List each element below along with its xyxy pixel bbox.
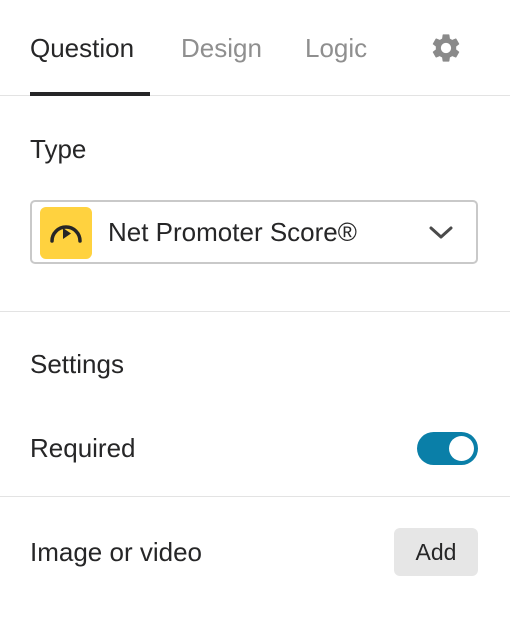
- add-media-button[interactable]: Add: [394, 528, 478, 576]
- required-label: Required: [30, 433, 136, 463]
- active-tab-indicator: [30, 92, 150, 96]
- question-type-select[interactable]: Net Promoter Score®: [30, 200, 478, 264]
- divider: [0, 496, 510, 497]
- divider: [0, 311, 510, 312]
- gear-icon[interactable]: [429, 31, 463, 65]
- type-heading: Type: [30, 134, 87, 164]
- settings-heading: Settings: [30, 349, 124, 379]
- toggle-knob: [449, 436, 474, 461]
- selected-type-label: Net Promoter Score®: [108, 217, 357, 247]
- tab-logic[interactable]: Logic: [305, 30, 367, 66]
- chevron-down-icon: [428, 222, 454, 242]
- tab-design[interactable]: Design: [181, 30, 262, 66]
- required-toggle[interactable]: [417, 432, 478, 465]
- gauge-icon: [40, 207, 92, 259]
- image-or-video-label: Image or video: [30, 537, 202, 567]
- tab-question[interactable]: Question: [30, 30, 134, 66]
- tab-bar: Question Design Logic: [0, 0, 510, 96]
